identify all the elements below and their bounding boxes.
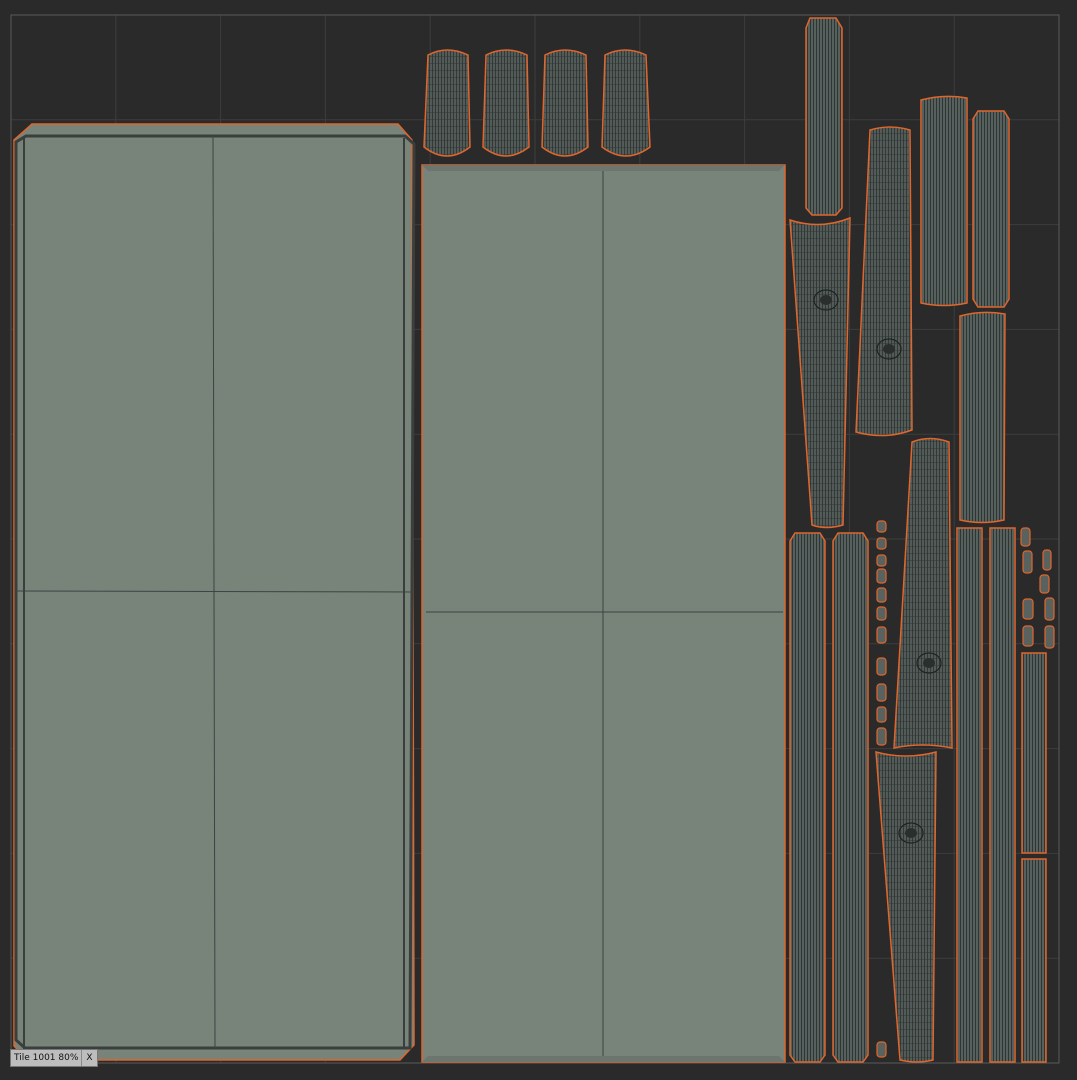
uv-shell-plank-3[interactable] xyxy=(893,437,953,749)
uv-shell-tiny[interactable] xyxy=(876,683,887,702)
uv-shell-strip-d[interactable] xyxy=(789,532,826,1063)
uv-shell-top-strip[interactable] xyxy=(805,17,843,216)
uv-shell-tiny[interactable] xyxy=(876,568,887,584)
uv-shell-strip-g[interactable] xyxy=(989,527,1016,1063)
uv-shell-tiny[interactable] xyxy=(876,587,887,603)
uv-shell-plank-2[interactable] xyxy=(855,126,913,437)
uv-shell-tiny[interactable] xyxy=(1022,625,1034,647)
uv-shell-tiny[interactable] xyxy=(876,727,887,746)
tile-status-bar: Tile 1001 80% X xyxy=(10,1049,98,1067)
uv-shell-top-4[interactable] xyxy=(601,49,651,157)
uv-shell-tiny[interactable] xyxy=(876,537,887,550)
uv-shell-tiny[interactable] xyxy=(876,554,887,567)
uv-shell-strip-h[interactable] xyxy=(1021,652,1047,854)
uv-shell-tiny[interactable] xyxy=(1044,625,1055,649)
uv-shell-small-top-group xyxy=(423,49,651,157)
uv-shell-plank-4[interactable] xyxy=(875,751,937,1063)
uv-shell-tiny[interactable] xyxy=(1044,597,1055,621)
uv-shell-large-middle[interactable] xyxy=(421,164,786,1063)
uv-canvas[interactable] xyxy=(0,0,1077,1080)
uv-shell-top-3[interactable] xyxy=(541,49,589,157)
uv-shell-tiny[interactable] xyxy=(876,626,887,644)
uv-shell-tiny[interactable] xyxy=(1039,574,1050,594)
uv-shell-tiny[interactable] xyxy=(876,706,887,723)
uv-shell-tiny[interactable] xyxy=(876,1041,887,1058)
uv-shell-tiny[interactable] xyxy=(876,657,887,676)
uv-shell-plank-1[interactable] xyxy=(789,216,851,529)
uv-shell-strip-b[interactable] xyxy=(972,110,1010,308)
uv-shell-strip-e[interactable] xyxy=(832,532,869,1063)
uv-shell-tiny[interactable] xyxy=(1022,550,1033,574)
uv-shell-tiny[interactable] xyxy=(876,520,887,533)
uv-shell-top-1[interactable] xyxy=(423,49,471,157)
uv-shell-strip-i[interactable] xyxy=(1021,858,1047,1063)
uv-shell-tiny[interactable] xyxy=(1022,598,1034,620)
uv-shell-strip-c[interactable] xyxy=(959,311,1006,524)
uv-shell-strip-f[interactable] xyxy=(956,527,983,1063)
uv-shell-tiny[interactable] xyxy=(1042,549,1052,571)
uv-shell-strip-a[interactable] xyxy=(920,95,968,307)
close-tile-label-button[interactable]: X xyxy=(81,1050,96,1066)
uv-editor-viewport[interactable]: Tile 1001 80% X xyxy=(0,0,1077,1080)
uv-shell-tiny[interactable] xyxy=(1020,527,1031,547)
uv-shell-large-left[interactable] xyxy=(13,123,416,1061)
uv-shell-top-2[interactable] xyxy=(482,49,530,157)
uv-shell-tiny[interactable] xyxy=(876,606,887,621)
tile-zoom-label: Tile 1001 80% xyxy=(14,1053,79,1063)
